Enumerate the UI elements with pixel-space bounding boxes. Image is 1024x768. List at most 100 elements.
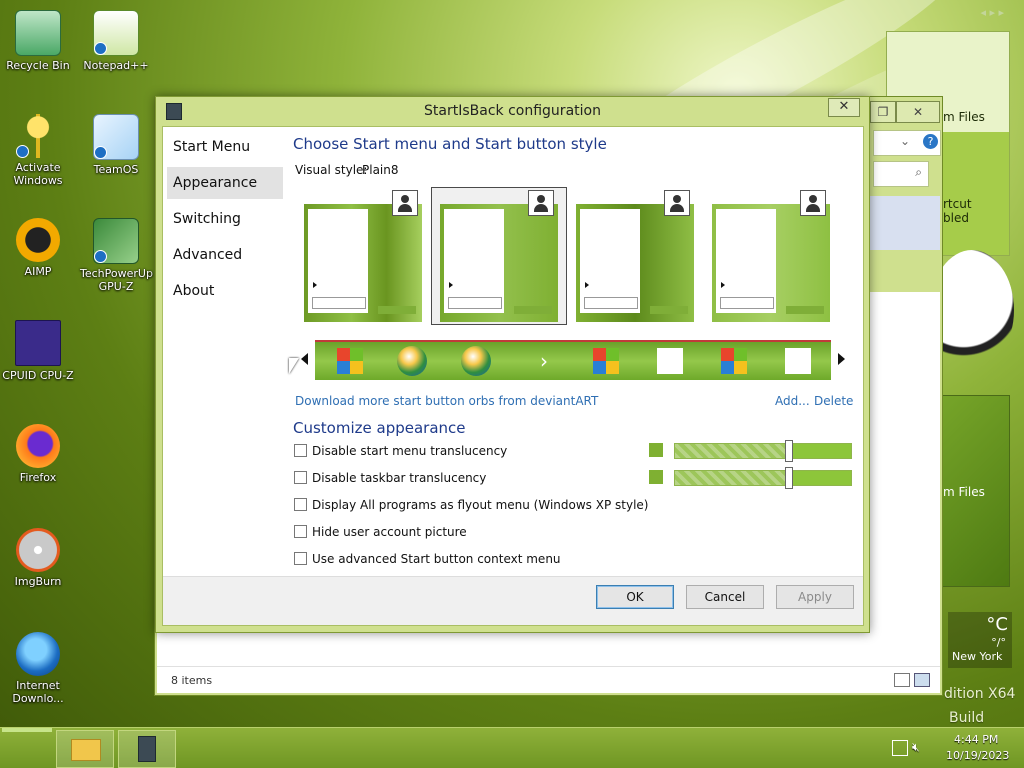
start-button-area[interactable] <box>2 728 52 732</box>
desktop-icon-label: ImgBurn <box>14 575 62 588</box>
desktop-icon-teamos[interactable]: TeamOS <box>80 114 152 176</box>
desktop-icon-gpuz[interactable]: TechPowerUp GPU-Z <box>80 218 153 293</box>
taskbar-explorer-button[interactable] <box>56 730 114 768</box>
nav-item-switching[interactable]: Switching <box>167 203 283 235</box>
arrow-icon <box>449 282 453 288</box>
clock-date[interactable]: 10/19/2023 <box>946 749 1009 762</box>
cancel-button[interactable]: Cancel <box>686 585 764 609</box>
checkbox[interactable] <box>294 525 307 538</box>
start-orb-white-win[interactable] <box>655 346 685 376</box>
network-icon[interactable] <box>892 740 908 756</box>
checkbox-label: Use advanced Start button context menu <box>312 552 561 566</box>
gadget-text: rtcut <box>943 197 972 211</box>
checkbox-taskbar-translucency[interactable]: Disable taskbar translucency <box>294 470 486 486</box>
desktop-icon-cpuz[interactable]: CPUID CPU-Z <box>2 320 74 382</box>
download-orbs-link[interactable]: Download more start button orbs from dev… <box>295 394 598 408</box>
details-view-icon[interactable] <box>894 673 910 687</box>
mouse-cursor-icon <box>289 358 299 374</box>
start-menu-transparency-slider[interactable] <box>674 440 852 462</box>
chevron-down-icon[interactable]: ⌄ <box>900 134 910 148</box>
large-icons-view-icon[interactable] <box>914 673 930 687</box>
start-orb-arrow[interactable]: › <box>529 346 559 376</box>
checkbox[interactable] <box>294 552 307 565</box>
startisback-dialog[interactable]: StartIsBack configuration ✕ Start Menu A… <box>155 96 870 633</box>
taskbar-startisback-button[interactable] <box>118 730 176 768</box>
key-icon <box>16 114 60 158</box>
search-box-preview <box>584 297 638 309</box>
style-thumbnail-1[interactable] <box>304 190 422 322</box>
slider-fill <box>791 471 851 485</box>
checkbox-start-menu-translucency[interactable]: Disable start menu translucency <box>294 443 507 459</box>
dialog-body: Start Menu Appearance Switching Advanced… <box>162 126 864 626</box>
checkbox-hide-user-picture[interactable]: Hide user account picture <box>294 524 467 540</box>
desktop-icon-label: Activate Windows <box>13 161 63 187</box>
system-tray: 🔇︎ 4:44 PM 10/19/2023 <box>884 728 1024 768</box>
start-orb-winxp-flag[interactable] <box>335 346 365 376</box>
desktop-icon-recycle-bin[interactable]: Recycle Bin <box>2 10 74 72</box>
style-thumbnail-2[interactable] <box>440 190 558 322</box>
nav-item-advanced[interactable]: Advanced <box>167 239 283 271</box>
checkbox[interactable] <box>294 471 307 484</box>
start-orb-vista[interactable] <box>397 346 427 376</box>
start-orb-colored-win-2[interactable] <box>719 346 749 376</box>
orb-scroll-right-icon[interactable] <box>838 353 845 365</box>
search-box-preview <box>312 297 366 309</box>
gpuz-icon <box>93 218 139 264</box>
weather-gadget: °C °/° New York <box>948 612 1012 668</box>
orb-scroll-left-icon[interactable] <box>301 353 308 365</box>
shortcut-arrow-icon <box>94 146 107 159</box>
help-icon[interactable]: ? <box>923 134 938 149</box>
nav-item-start-menu[interactable]: Start Menu <box>167 131 283 163</box>
slider-thumb[interactable] <box>785 467 793 489</box>
style-thumbnail-4[interactable] <box>712 190 830 322</box>
explorer-close-button[interactable]: ✕ <box>896 101 940 123</box>
nav-item-appearance[interactable]: Appearance <box>167 167 283 199</box>
user-icon <box>664 190 690 216</box>
cpuz-icon <box>15 320 61 366</box>
gadget-text: m Files <box>943 485 985 499</box>
start-orb-colored-win[interactable] <box>591 346 621 376</box>
desktop-icon-notepadpp[interactable]: Notepad++ <box>80 10 152 72</box>
add-orb-link[interactable]: Add... <box>775 394 810 408</box>
nav-item-about[interactable]: About <box>167 275 283 307</box>
idm-icon <box>16 632 60 676</box>
checkbox[interactable] <box>294 444 307 457</box>
checkbox[interactable] <box>294 498 307 511</box>
clock-time[interactable]: 4:44 PM <box>954 733 998 746</box>
explorer-search-box[interactable]: ⌕ <box>873 161 929 187</box>
user-icon <box>800 190 826 216</box>
desktop-icon-idm[interactable]: Internet Downlo... <box>2 632 74 705</box>
watermark-edition: dition X64 <box>944 686 1016 702</box>
desktop-icon-aimp[interactable]: AIMP <box>2 218 74 278</box>
notepadpp-icon <box>93 10 139 56</box>
close-button[interactable]: ✕ <box>828 98 860 117</box>
start-menu-color-swatch[interactable] <box>649 443 663 457</box>
delete-orb-link[interactable]: Delete <box>814 394 853 408</box>
taskbar: 🔇︎ 4:44 PM 10/19/2023 <box>0 727 1024 768</box>
explorer-status-bar: 8 items <box>157 666 940 693</box>
desktop-icon-label: Firefox <box>19 471 57 484</box>
start-orb-white-win-2[interactable] <box>783 346 813 376</box>
desktop-icon-imgburn[interactable]: ImgBurn <box>2 528 74 588</box>
taskbar-transparency-slider[interactable] <box>674 467 852 489</box>
start-orb-7[interactable] <box>461 346 491 376</box>
apply-button[interactable]: Apply <box>776 585 854 609</box>
ok-button[interactable]: OK <box>596 585 674 609</box>
explorer-restore-button[interactable]: ❐ <box>870 101 896 123</box>
style-thumbnail-3[interactable] <box>576 190 694 322</box>
weather-city: New York <box>952 650 1003 663</box>
explorer-address-bar[interactable]: ⌄ ? <box>873 130 941 156</box>
desktop-icon-activate-windows[interactable]: Activate Windows <box>2 114 74 187</box>
user-icon <box>392 190 418 216</box>
checkbox-advanced-context-menu[interactable]: Use advanced Start button context menu <box>294 551 561 567</box>
taskbar-color-swatch[interactable] <box>649 470 663 484</box>
checkbox-flyout-menu[interactable]: Display All programs as flyout menu (Win… <box>294 497 648 513</box>
explorer-nav-selection <box>868 196 940 250</box>
desktop-icon-firefox[interactable]: Firefox <box>2 424 74 484</box>
button-bar-preview <box>786 306 824 314</box>
item-count: 8 items <box>171 674 213 687</box>
slider-thumb[interactable] <box>785 440 793 462</box>
shortcut-arrow-icon <box>94 250 107 263</box>
volume-muted-icon[interactable]: 🔇︎ <box>912 740 920 755</box>
window-nav-arrows: ◂ ▸ ▸ <box>980 6 1004 19</box>
